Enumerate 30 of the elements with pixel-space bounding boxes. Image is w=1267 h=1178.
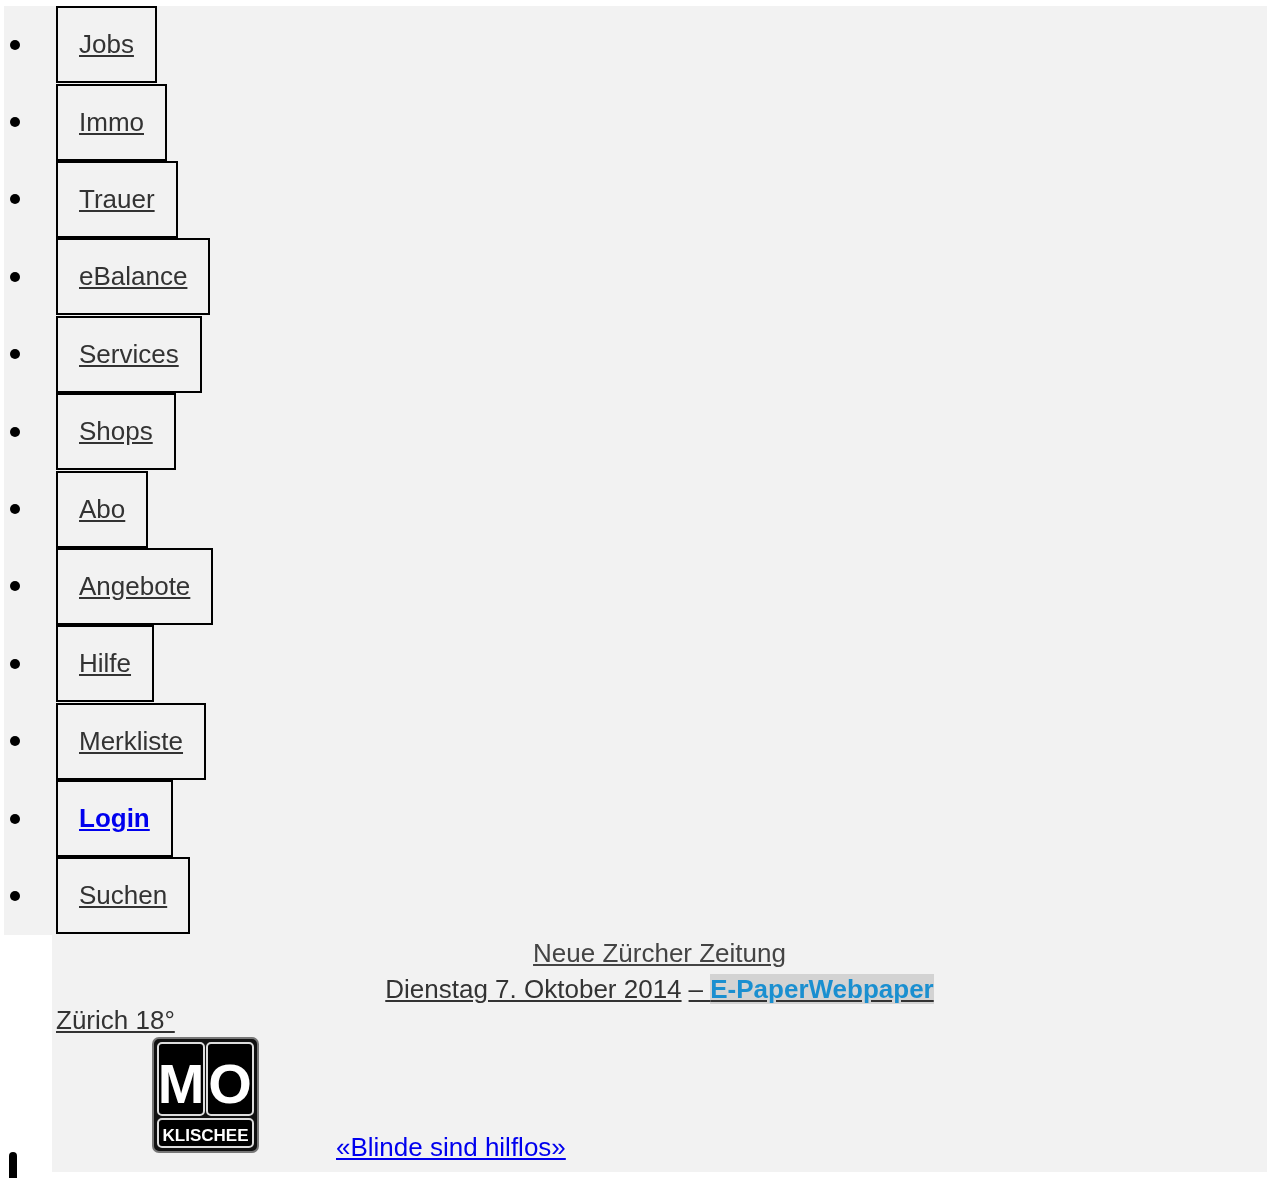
bullet-icon — [10, 271, 20, 282]
nav-link[interactable]: Trauer — [56, 160, 178, 238]
bullet-icon — [10, 736, 20, 747]
bullet-icon — [10, 658, 20, 669]
bullet-icon — [10, 349, 20, 360]
scroll-marker — [9, 1152, 17, 1178]
nav-link[interactable]: Abo — [56, 470, 149, 548]
nav-link[interactable]: Suchen — [56, 857, 191, 935]
teaser-link[interactable]: «Blinde sind hilflos» — [336, 1130, 566, 1163]
nav-link[interactable]: Hilfe — [56, 625, 154, 703]
bullet-icon — [10, 891, 20, 901]
nav-link[interactable]: Angebote — [56, 547, 214, 625]
nav-link[interactable]: Immo — [56, 83, 167, 161]
bullet-icon — [10, 39, 20, 50]
bullet-icon — [10, 194, 20, 205]
weather-link[interactable]: Zürich 18° — [56, 1002, 175, 1037]
bullet-icon — [10, 117, 20, 128]
nav-link[interactable]: Merkliste — [56, 702, 206, 780]
nav-link[interactable]: Shops — [56, 393, 176, 471]
logo[interactable]: MO KLISCHEE — [152, 1036, 259, 1153]
bullet-icon — [10, 813, 20, 824]
date-link[interactable]: Dienstag 7. Oktober 2014 — [385, 970, 682, 1007]
nav-link[interactable]: eBalance — [56, 238, 211, 316]
nav-link[interactable]: Services — [56, 315, 202, 393]
nav-link[interactable]: Jobs — [56, 6, 157, 84]
bullet-icon — [10, 426, 20, 437]
bullet-icon — [10, 504, 20, 515]
masthead-title-link[interactable]: Neue Zürcher Zeitung — [533, 934, 786, 971]
login-link[interactable]: Login — [56, 780, 173, 858]
bullet-icon — [10, 581, 20, 592]
